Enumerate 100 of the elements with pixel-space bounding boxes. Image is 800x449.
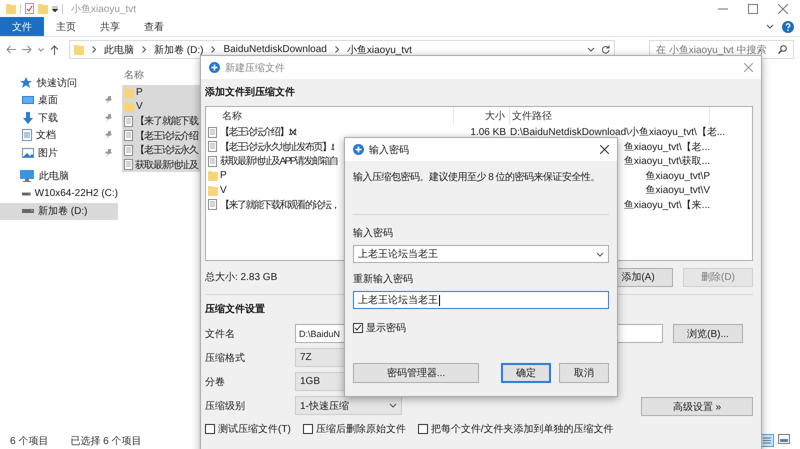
app-icon	[209, 62, 220, 73]
ribbon-tab[interactable]: 查看	[132, 17, 176, 36]
dropdown-icon[interactable]	[52, 6, 58, 12]
thumbnail-view-icon[interactable]	[778, 434, 790, 444]
document-icon	[124, 159, 133, 170]
breadcrumb-item[interactable]: 小鱼xiaoyu_tvt	[346, 42, 412, 56]
document-icon	[124, 116, 133, 127]
field-label: 重新输入密码	[353, 272, 414, 286]
file-name: 获取最新地址及APP请发邮箱自	[220, 154, 338, 168]
section-heading: 压缩文件设置	[205, 302, 266, 316]
file-row[interactable]: 获取最新地址及	[122, 158, 200, 172]
up-arrow-icon[interactable]	[50, 44, 59, 54]
column-header[interactable]: 大小	[454, 107, 510, 125]
item-count: 6 个项目	[10, 434, 48, 448]
breadcrumb-item[interactable]: 此电脑	[104, 42, 134, 56]
show-password-checkbox[interactable]: 显示密码	[353, 321, 609, 335]
recent-chevron-icon[interactable]	[38, 48, 44, 52]
forward-arrow-icon[interactable]	[22, 45, 32, 54]
option-checkbox[interactable]: 把每个文件/文件夹添加到单独的压缩文件	[418, 422, 614, 436]
nav-item[interactable]: 桌面	[0, 92, 118, 109]
dropdown[interactable]: 1-快速压缩	[295, 396, 402, 415]
file-path: 鱼xiaoyu_tvt\【来...	[624, 200, 710, 211]
breadcrumb-chevron-icon	[334, 46, 339, 53]
file-row[interactable]: P	[122, 85, 200, 100]
chevron-down-icon	[766, 24, 774, 29]
field-label: 文件名	[205, 328, 236, 340]
advanced-settings-button[interactable]: 高级设置 »	[641, 397, 753, 416]
nav-item[interactable]: W10x64-22H2 (C:)	[0, 185, 118, 202]
dialog-button[interactable]: 取消	[559, 363, 609, 383]
document-icon	[208, 141, 217, 152]
password-field[interactable]: 上老王论坛当老王	[353, 245, 609, 263]
refresh-icon[interactable]	[601, 45, 610, 54]
file-path: D:\BaiduNetdiskDownload\小鱼xiaoyu_tvt\【老...	[510, 127, 726, 138]
file-row[interactable]: 【老王论坛永久	[122, 143, 200, 158]
ribbon-tab[interactable]: 主页	[44, 17, 88, 36]
close-icon[interactable]	[600, 145, 609, 154]
desktop-icon	[22, 94, 34, 106]
file-name: 【老王论坛介绍】.txt	[220, 126, 296, 140]
folder-icon	[208, 184, 218, 196]
document-icon	[208, 156, 217, 167]
folder-icon	[124, 101, 134, 112]
option-checkbox[interactable]: 测试压缩文件(T)	[205, 422, 291, 436]
nav-item[interactable]: 此电脑	[0, 168, 118, 185]
properties-icon[interactable]	[25, 3, 34, 14]
folder-icon	[208, 170, 218, 182]
column-header[interactable]: 名称	[220, 107, 454, 125]
chevron-down-icon	[587, 47, 595, 52]
nav-item[interactable]: 下载	[0, 109, 118, 126]
file-row[interactable]: V	[122, 100, 200, 114]
field-label: 压缩格式	[205, 352, 246, 364]
maximize-icon[interactable]	[748, 4, 758, 14]
dialog-title: 输入密码	[369, 144, 409, 156]
breadcrumb-item[interactable]: 新加卷 (D:)	[154, 42, 204, 56]
file-row[interactable]: 【老王论坛介绍	[122, 128, 200, 143]
quick-access-folder-icon	[6, 3, 16, 14]
instruction-text: 输入压缩包密码。建议使用至少 8 位的密码来保证安全性。	[353, 170, 602, 185]
option-checkbox[interactable]: 压缩后删除原始文件	[302, 422, 406, 436]
file-name: 【老王论坛永久地址发布页】.t	[220, 140, 334, 154]
breadcrumb-chevron-icon	[92, 46, 96, 53]
file-name: V	[220, 184, 226, 196]
back-arrow-icon[interactable]	[6, 45, 16, 54]
picture-icon	[22, 148, 34, 158]
field-label: 压缩级别	[205, 400, 246, 412]
help-icon[interactable]	[782, 20, 794, 32]
file-row[interactable]: 【来了就能下载	[122, 114, 200, 128]
file-path: 鱼xiaoyu_tvt\获取...	[624, 156, 710, 168]
drive-icon	[22, 208, 34, 214]
nav-item[interactable]: 文档	[0, 126, 118, 144]
nav-item[interactable]: 快速访问	[0, 74, 118, 92]
total-size: 总大小: 2.83 GB	[205, 270, 278, 284]
dialog-button[interactable]: 确定	[501, 363, 551, 383]
confirm-password-field[interactable]: 上老王论坛当老王	[353, 291, 609, 309]
ribbon-tab[interactable]: 文件	[0, 17, 44, 36]
file-path: 鱼xiaoyu_tvt\V	[646, 185, 710, 196]
search-icon	[778, 45, 787, 54]
section-heading: 添加文件到压缩文件	[205, 86, 296, 99]
nav-item[interactable]: 图片	[0, 144, 118, 162]
download-arrow-icon	[22, 112, 34, 124]
document-icon	[124, 130, 133, 142]
nav-item[interactable]: 新加卷 (D:)	[0, 202, 118, 220]
app-icon	[353, 144, 364, 155]
field-label: 分卷	[205, 376, 226, 388]
browse-button[interactable]: 浏览(B)...	[673, 324, 743, 343]
file-path: 鱼xiaoyu_tvt\【老...	[624, 142, 710, 153]
file-size: 1.06 KB	[470, 126, 506, 138]
ribbon-tab[interactable]: 共享	[88, 17, 132, 36]
breadcrumb-chevron-icon	[142, 46, 146, 53]
chevron-down-icon	[596, 252, 604, 256]
document-icon	[208, 199, 217, 210]
column-header[interactable]: 文件路径	[510, 107, 710, 125]
breadcrumb-item[interactable]: BaiduNetdiskDownload	[223, 44, 327, 55]
file-path: 鱼xiaoyu_tvt\P	[646, 170, 710, 182]
document-icon	[22, 129, 32, 142]
checkmark-icon	[354, 324, 362, 332]
new-folder-icon	[38, 3, 48, 14]
dialog-button[interactable]: 密码管理器...	[353, 363, 479, 383]
file-name: P	[220, 170, 226, 182]
chevron-down-icon	[389, 403, 397, 408]
star-icon	[20, 76, 32, 89]
selection-count: 已选择 6 个项目	[70, 434, 142, 448]
